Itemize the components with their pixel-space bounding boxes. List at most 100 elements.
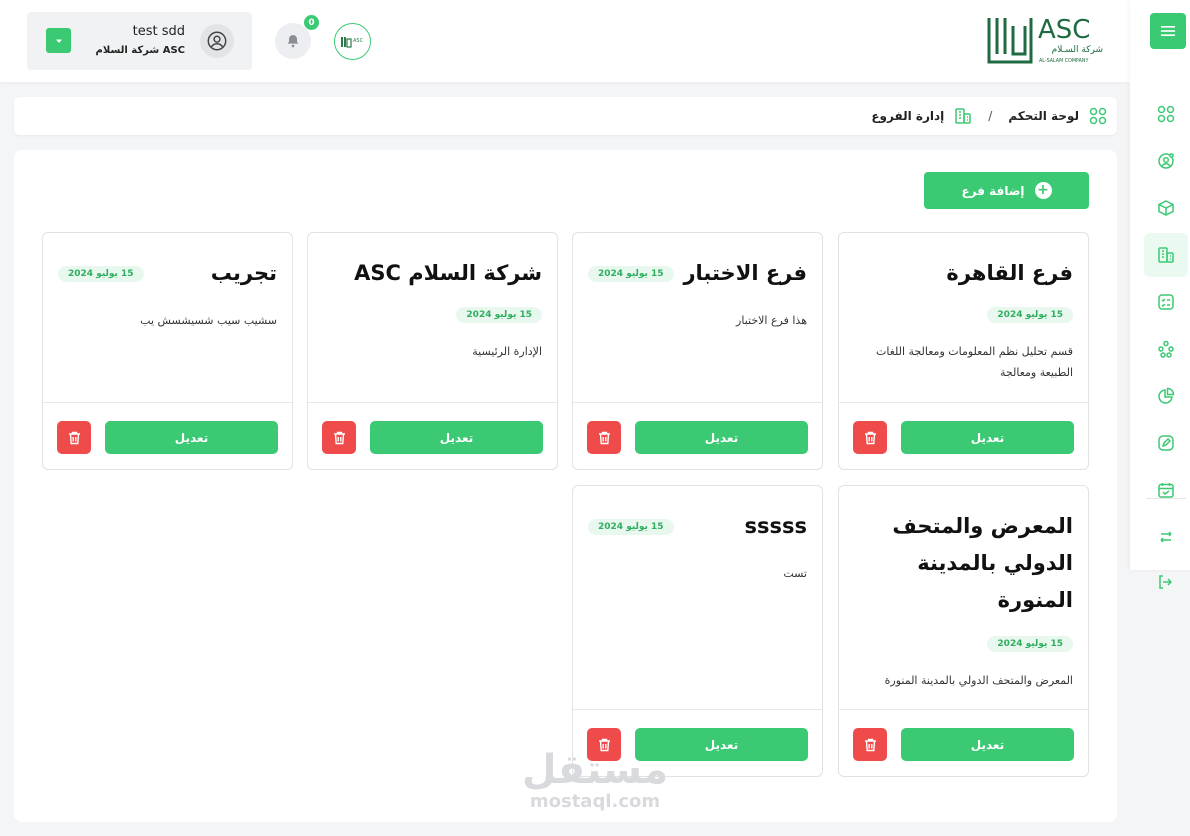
logo-subtitle-ar: شركة السـلام	[1052, 45, 1103, 55]
branch-title: شركة السلام ASC	[354, 261, 542, 285]
caret-down-icon	[55, 39, 62, 43]
branch-description: المعرض والمتحف الدولي بالمدينة المنورة	[884, 674, 1073, 687]
company-switcher[interactable]: ASC	[334, 23, 371, 60]
date-badge: 15 يوليو 2024	[987, 307, 1073, 323]
branch-card: شركة السلام ASC 15 يوليو 2024 الإدارة ال…	[307, 232, 558, 470]
branch-description: هذا فرع الاختبار	[736, 314, 807, 327]
date-badge: 15 يوليو 2024	[58, 265, 144, 282]
breadcrumb-separator: /	[988, 109, 993, 123]
add-branch-label: إضافة فرع	[961, 183, 1025, 198]
card-actions: تعديل	[573, 402, 822, 469]
branch-title: فرع القاهرة	[946, 261, 1073, 285]
checklist-icon	[1158, 294, 1174, 310]
sidebar-item-tasks[interactable]	[1144, 280, 1188, 324]
hierarchy-icon	[1158, 340, 1174, 358]
bell-icon	[287, 35, 299, 48]
calendar-icon	[1158, 483, 1174, 498]
sidebar-item-users[interactable]	[1144, 139, 1188, 183]
plus-circle-icon: +	[1034, 182, 1052, 199]
buildings-icon	[955, 108, 972, 124]
watermark-arabic: مستقل	[521, 747, 669, 793]
user-circle-icon	[207, 31, 227, 51]
company-logo-icon: ASC	[340, 36, 364, 48]
trash-icon	[864, 738, 876, 751]
card-actions: تعديل	[308, 402, 557, 469]
date-badge: 15 يوليو 2024	[456, 307, 542, 323]
menu-toggle-button[interactable]	[1150, 13, 1186, 49]
top-header: test sdd شركة السلام ASC 0 ASC ASC شركة …	[0, 0, 1130, 82]
branch-card: تجريب 15 يوليو 2024 سشيب سيب شسيشسش يب ت…	[42, 232, 293, 470]
trash-icon	[68, 431, 80, 444]
edit-button[interactable]: تعديل	[901, 728, 1074, 761]
delete-button[interactable]	[853, 421, 887, 454]
branch-description: قسم تحليل نظم المعلومات ومعالجة اللغات ا…	[875, 345, 1073, 379]
sidebar-item-products[interactable]	[1144, 186, 1188, 230]
user-dropdown-button[interactable]	[46, 28, 71, 53]
branch-card: فرع القاهرة 15 يوليو 2024 قسم تحليل نظم …	[838, 232, 1089, 470]
branch-description: الإدارة الرئيسية	[472, 345, 542, 358]
edit-button[interactable]: تعديل	[105, 421, 278, 454]
delete-button[interactable]	[57, 421, 91, 454]
notifications-button[interactable]	[275, 23, 311, 59]
sidebar-item-edit[interactable]	[1144, 421, 1188, 465]
box-icon	[1158, 200, 1174, 216]
branch-card: المعرض والمتحف الدولي بالمدينة المنورة 1…	[838, 485, 1089, 777]
branches-panel: + إضافة فرع فرع القاهرة 15 يوليو 2024 قس…	[14, 150, 1117, 822]
edit-button[interactable]: تعديل	[901, 421, 1074, 454]
trash-icon	[864, 431, 876, 444]
delete-button[interactable]	[853, 728, 887, 761]
sidebar-item-dashboard[interactable]	[1144, 92, 1188, 136]
date-badge: 15 يوليو 2024	[588, 265, 674, 282]
sidebar-item-calendar[interactable]	[1144, 468, 1188, 512]
sidebar-item-reports[interactable]	[1144, 374, 1188, 418]
date-badge: 15 يوليو 2024	[588, 518, 674, 535]
user-name: test sdd	[132, 24, 185, 39]
branch-title: المعرض والمتحف الدولي بالمدينة المنورة	[892, 514, 1073, 612]
watermark-url: mostaql.com	[529, 791, 661, 812]
edit-button[interactable]: تعديل	[370, 421, 543, 454]
delete-button[interactable]	[322, 421, 356, 454]
user-menu[interactable]: test sdd شركة السلام ASC	[27, 12, 252, 70]
branch-card: sssss 15 يوليو 2024 تست تعديل	[572, 485, 823, 777]
buildings-icon	[1158, 247, 1174, 263]
logo-subtitle-en: AL-SALAM COMPANY	[1039, 58, 1088, 64]
edit-button[interactable]: تعديل	[635, 421, 808, 454]
trash-icon	[333, 431, 345, 444]
breadcrumb: لوحة التحكم / إدارة الفروع	[14, 97, 1117, 135]
watermark: مستقل mostaql.com	[520, 748, 670, 818]
card-actions: تعديل	[839, 402, 1088, 469]
sidebar-item-departments[interactable]	[1144, 327, 1188, 371]
grid-icon	[1157, 105, 1175, 123]
card-actions: تعديل	[839, 709, 1088, 776]
add-branch-button[interactable]: + إضافة فرع	[924, 172, 1089, 209]
breadcrumb-home-link[interactable]: لوحة التحكم	[1008, 109, 1079, 123]
user-company: شركة السلام ASC	[95, 45, 185, 56]
sidebar-item-branches[interactable]	[1144, 233, 1188, 277]
svg-text:ASC: ASC	[353, 38, 364, 44]
date-badge: 15 يوليو 2024	[987, 636, 1073, 652]
user-settings-icon	[1158, 153, 1174, 169]
trash-icon	[598, 431, 610, 444]
notification-count-badge: 0	[304, 15, 319, 30]
swap-arrows-icon	[1160, 531, 1172, 543]
sidebar-divider	[1146, 498, 1186, 499]
logout-icon	[1159, 575, 1173, 589]
card-actions: تعديل	[43, 402, 292, 469]
sidebar	[1130, 0, 1190, 570]
hamburger-icon	[1161, 26, 1175, 36]
branch-title: تجريب	[210, 261, 277, 285]
logo-text: ASC	[1038, 15, 1090, 45]
logout-button[interactable]	[1150, 570, 1180, 594]
pie-chart-icon	[1158, 387, 1175, 404]
brand-logo: ASC شركة السـلام AL-SALAM COMPANY	[985, 14, 1110, 68]
breadcrumb-current: إدارة الفروع	[871, 109, 945, 123]
delete-button[interactable]	[587, 421, 621, 454]
switch-account-button[interactable]	[1144, 524, 1188, 550]
branch-card: فرع الاختبار 15 يوليو 2024 هذا فرع الاخت…	[572, 232, 823, 470]
branch-description: تست	[783, 567, 807, 580]
pen-icon	[1158, 435, 1174, 451]
avatar[interactable]	[200, 24, 234, 58]
grid-icon	[1089, 107, 1107, 125]
branch-title: فرع الاختبار	[683, 261, 807, 285]
branch-description: سشيب سيب شسيشسش يب	[140, 314, 277, 327]
